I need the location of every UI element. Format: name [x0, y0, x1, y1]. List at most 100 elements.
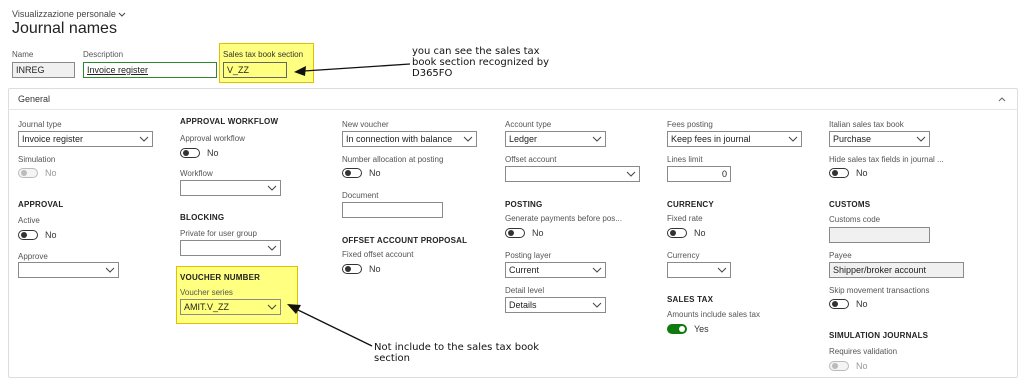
chevron-down-icon — [267, 245, 277, 251]
currency-header: CURRENCY — [667, 200, 714, 209]
fixed-rate-value: No — [694, 228, 706, 238]
posting-layer-label: Posting layer — [505, 251, 552, 260]
customs-code-label: Customs code — [829, 215, 881, 224]
approve-select[interactable] — [18, 262, 119, 278]
posting-layer-select[interactable]: Current — [505, 262, 606, 278]
offset-header: OFFSET ACCOUNT PROPOSAL — [342, 236, 468, 245]
detail-level-label: Detail level — [505, 286, 545, 295]
lines-limit-field[interactable]: 0 — [667, 166, 731, 182]
name-field[interactable]: INREG — [12, 62, 75, 78]
active-toggle[interactable] — [18, 230, 38, 240]
italian-book-label: Italian sales tax book — [829, 120, 904, 129]
currency-select[interactable] — [667, 262, 731, 278]
fixed-rate-label: Fixed rate — [667, 214, 703, 223]
chevron-up-icon[interactable] — [998, 96, 1006, 102]
requires-validation-value: No — [856, 361, 868, 371]
requires-validation-toggle — [829, 361, 849, 371]
customs-code-field[interactable] — [829, 227, 930, 243]
chevron-down-icon — [592, 267, 602, 273]
simulation-toggle — [18, 168, 38, 178]
generate-payments-value: No — [532, 228, 544, 238]
arrow-icon — [294, 63, 411, 76]
posting-header: POSTING — [505, 200, 543, 209]
offset-account-label: Offset account — [505, 155, 557, 164]
offset-account-select[interactable] — [505, 166, 640, 182]
number-alloc-label: Number allocation at posting — [342, 155, 444, 164]
generate-payments-label: Generate payments before pos... — [505, 214, 622, 223]
private-label: Private for user group — [180, 229, 257, 238]
fixed-offset-value: No — [369, 264, 381, 274]
section-title: General — [18, 94, 51, 104]
arrow-icon — [287, 304, 373, 347]
approval-workflow-value: No — [207, 148, 219, 158]
journal-type-select[interactable]: Invoice register — [18, 131, 153, 147]
document-label: Document — [342, 191, 379, 200]
blocking-header: BLOCKING — [180, 213, 225, 222]
skip-movement-toggle[interactable] — [829, 299, 849, 309]
voucher-series-label: Voucher series — [180, 288, 233, 297]
skip-movement-label: Skip movement transactions — [829, 286, 930, 295]
payee-field[interactable]: Shipper/broker account — [829, 262, 964, 278]
amounts-include-value: Yes — [694, 324, 709, 334]
fixed-offset-label: Fixed offset account — [342, 250, 414, 259]
currency-label: Currency — [667, 251, 700, 260]
name-label: Name — [12, 50, 34, 59]
approval-workflow-header: APPROVAL WORKFLOW — [180, 117, 279, 126]
description-value: Invoice register — [87, 65, 149, 75]
hide-fields-label: Hide sales tax fields in journal ... — [829, 155, 944, 164]
active-label: Active — [18, 216, 40, 225]
description-label: Description — [83, 50, 124, 59]
chevron-down-icon — [916, 136, 926, 142]
generate-payments-toggle[interactable] — [505, 228, 525, 238]
page-title: Journal names — [12, 20, 117, 37]
hide-fields-value: No — [856, 168, 868, 178]
italian-book-value: Purchase — [833, 134, 872, 144]
annotation-bottom: Not include to the sales tax book sectio… — [374, 342, 540, 364]
approval-workflow-toggle[interactable] — [180, 148, 200, 158]
fixed-rate-toggle[interactable] — [667, 228, 687, 238]
chevron-down-icon — [139, 136, 149, 142]
workflow-select[interactable] — [180, 180, 281, 196]
customs-header: CUSTOMS — [829, 200, 871, 209]
chevron-down-icon — [592, 302, 602, 308]
detail-level-select[interactable]: Details — [505, 297, 606, 313]
view-selector-label: Visualizzazione personale — [12, 9, 116, 19]
lines-limit-label: Lines limit — [667, 155, 703, 164]
voucher-series-value: AMIT.V_ZZ — [184, 302, 230, 312]
view-selector[interactable]: Visualizzazione personale — [12, 9, 126, 19]
voucher-number-header: VOUCHER NUMBER — [180, 273, 261, 282]
detail-level-value: Details — [509, 300, 537, 310]
sales-tax-field[interactable]: V_ZZ — [223, 62, 287, 78]
journal-type-value: Invoice register — [22, 134, 84, 144]
general-header[interactable]: General — [8, 88, 1018, 110]
annotation-top: you can see the sales tax book section r… — [412, 46, 550, 79]
skip-movement-value: No — [856, 299, 868, 309]
private-select[interactable] — [180, 240, 281, 256]
chevron-down-icon — [119, 12, 126, 17]
voucher-series-select[interactable]: AMIT.V_ZZ — [180, 299, 281, 315]
chevron-down-icon — [592, 136, 602, 142]
simulation-journals-header: SIMULATION JOURNALS — [829, 331, 929, 340]
number-alloc-toggle[interactable] — [342, 168, 362, 178]
fees-posting-select[interactable]: Keep fees in journal — [667, 131, 802, 147]
chevron-down-icon — [717, 267, 727, 273]
sales-tax-header: SALES TAX — [667, 295, 714, 304]
new-voucher-select[interactable]: In connection with balance — [342, 131, 477, 147]
approve-label: Approve — [18, 252, 48, 261]
hide-fields-toggle[interactable] — [829, 168, 849, 178]
description-field[interactable]: Invoice register — [83, 62, 217, 78]
number-alloc-value: No — [369, 168, 381, 178]
chevron-down-icon — [788, 136, 798, 142]
fixed-offset-toggle[interactable] — [342, 264, 362, 274]
simulation-value: No — [45, 168, 57, 178]
document-field[interactable] — [342, 202, 443, 218]
account-type-select[interactable]: Ledger — [505, 131, 606, 147]
approval-header: APPROVAL — [18, 200, 64, 209]
active-value: No — [45, 230, 57, 240]
requires-validation-label: Requires validation — [829, 347, 898, 356]
italian-book-select[interactable]: Purchase — [829, 131, 930, 147]
chevron-down-icon — [626, 171, 636, 177]
amounts-include-toggle[interactable] — [667, 324, 687, 334]
chevron-down-icon — [267, 304, 277, 310]
chevron-down-icon — [105, 267, 115, 273]
